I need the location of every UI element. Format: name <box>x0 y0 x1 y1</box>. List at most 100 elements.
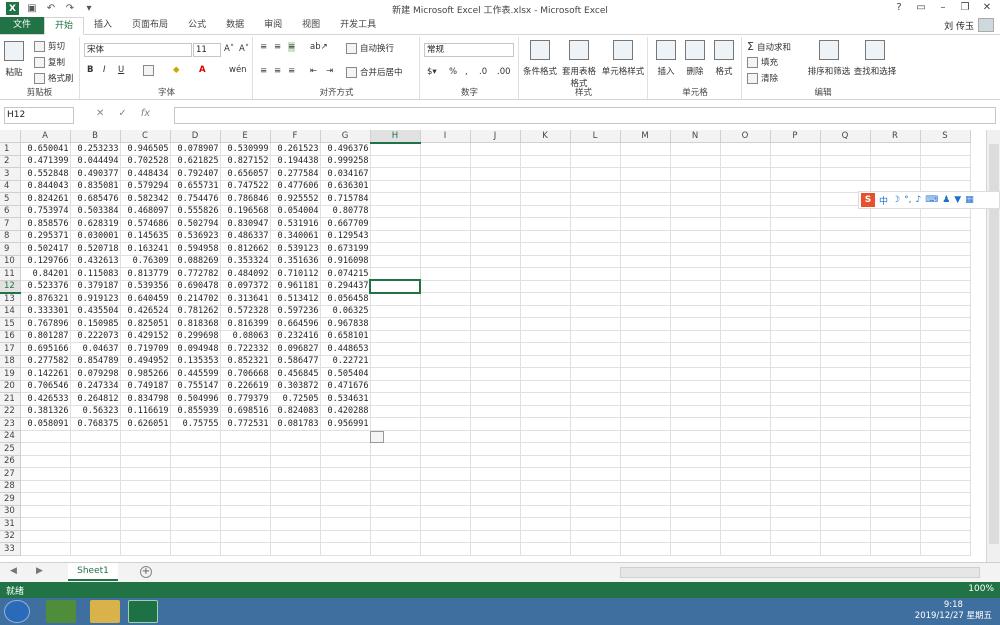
cell-d32[interactable] <box>170 530 221 543</box>
cell-s15[interactable] <box>920 317 971 331</box>
cell-m1[interactable] <box>620 142 671 156</box>
row-header[interactable]: 6 <box>0 205 21 218</box>
column-header-b[interactable]: B <box>70 130 121 143</box>
cell-f10[interactable]: 0.351636 <box>270 255 321 268</box>
cell-g29[interactable] <box>320 492 371 506</box>
cell-b23[interactable]: 0.768375 <box>70 417 121 431</box>
cell-s29[interactable] <box>920 492 971 506</box>
cell-e3[interactable]: 0.656057 <box>220 167 271 181</box>
cell-q3[interactable] <box>820 167 871 181</box>
system-clock[interactable]: 9:18 2019/12/27 星期五 <box>915 600 992 622</box>
cell-b31[interactable] <box>70 517 121 531</box>
cell-o14[interactable] <box>720 305 771 318</box>
cell-p28[interactable] <box>770 480 821 493</box>
cell-g9[interactable]: 0.673199 <box>320 242 371 256</box>
cell-s16[interactable] <box>920 330 971 343</box>
cell-p2[interactable] <box>770 155 821 168</box>
cell-d31[interactable] <box>170 517 221 531</box>
cell-s19[interactable] <box>920 367 971 381</box>
cell-h12[interactable] <box>369 279 421 294</box>
cell-i6[interactable] <box>420 205 471 218</box>
cell-q13[interactable] <box>820 292 871 306</box>
cell-e19[interactable]: 0.706668 <box>220 367 271 381</box>
cell-b9[interactable]: 0.520718 <box>70 242 121 256</box>
cell-k10[interactable] <box>520 255 571 268</box>
cell-h27[interactable] <box>370 467 421 481</box>
cell-b4[interactable]: 0.835081 <box>70 180 121 193</box>
cell-p23[interactable] <box>770 417 821 431</box>
cell-q9[interactable] <box>820 242 871 256</box>
cell-m27[interactable] <box>620 467 671 481</box>
column-header-l[interactable]: L <box>570 130 621 143</box>
cell-c15[interactable]: 0.825051 <box>120 317 171 331</box>
cell-o18[interactable] <box>720 355 771 368</box>
cell-p12[interactable] <box>770 280 821 293</box>
cell-d2[interactable]: 0.621825 <box>170 155 221 168</box>
cell-j20[interactable] <box>470 380 521 393</box>
cell-m3[interactable] <box>620 167 671 181</box>
cell-l31[interactable] <box>570 517 621 531</box>
cell-a25[interactable] <box>20 442 71 456</box>
row-header[interactable]: 32 <box>0 530 21 543</box>
cell-n17[interactable] <box>670 342 721 356</box>
clear-button[interactable]: 清除 <box>747 72 778 84</box>
cell-a23[interactable]: 0.058091 <box>20 417 71 431</box>
cell-h26[interactable] <box>370 455 421 468</box>
row-header[interactable]: 4 <box>0 180 21 193</box>
cell-m19[interactable] <box>620 367 671 381</box>
cell-k4[interactable] <box>520 180 571 193</box>
underline-icon[interactable]: U <box>118 65 124 75</box>
cell-q32[interactable] <box>820 530 871 543</box>
cell-q21[interactable] <box>820 392 871 406</box>
cell-d18[interactable]: 0.135353 <box>170 355 221 368</box>
merge-center-button[interactable]: 合并后居中 <box>346 66 403 78</box>
cell-g26[interactable] <box>320 455 371 468</box>
row-header[interactable]: 29 <box>0 492 21 506</box>
row-header[interactable]: 8 <box>0 230 21 243</box>
ribbon-display-icon[interactable]: ▭ <box>910 0 932 15</box>
cell-b29[interactable] <box>70 492 121 506</box>
format-as-table-button[interactable]: 套用表格格式 <box>560 40 598 89</box>
row-header[interactable]: 5 <box>0 192 21 206</box>
number-format-select[interactable]: 常规 <box>424 43 514 57</box>
cell-o4[interactable] <box>720 180 771 193</box>
cell-s30[interactable] <box>920 505 971 518</box>
cell-j7[interactable] <box>470 217 521 231</box>
cell-r9[interactable] <box>870 242 921 256</box>
format-painter-button[interactable]: 格式刷 <box>34 72 74 84</box>
cell-q11[interactable] <box>820 267 871 281</box>
cell-i26[interactable] <box>420 455 471 468</box>
cell-a22[interactable]: 0.381326 <box>20 405 71 418</box>
cell-c21[interactable]: 0.834798 <box>120 392 171 406</box>
cell-a29[interactable] <box>20 492 71 506</box>
cell-p22[interactable] <box>770 405 821 418</box>
cell-o21[interactable] <box>720 392 771 406</box>
copy-button[interactable]: 复制 <box>34 56 65 68</box>
cell-q18[interactable] <box>820 355 871 368</box>
cell-h29[interactable] <box>370 492 421 506</box>
cell-l16[interactable] <box>570 330 621 343</box>
row-header[interactable]: 17 <box>0 342 21 356</box>
shrink-font-icon[interactable]: A˅ <box>239 44 249 54</box>
cell-g11[interactable]: 0.074215 <box>320 267 371 281</box>
cell-q24[interactable] <box>820 430 871 443</box>
cell-n5[interactable] <box>670 192 721 206</box>
cell-e16[interactable]: 0.08063 <box>220 330 271 343</box>
cell-g17[interactable]: 0.448653 <box>320 342 371 356</box>
cell-p17[interactable] <box>770 342 821 356</box>
tab-view[interactable]: 视图 <box>292 17 330 34</box>
cell-b3[interactable]: 0.490377 <box>70 167 121 181</box>
cell-g20[interactable]: 0.471676 <box>320 380 371 393</box>
cell-h1[interactable] <box>370 142 421 156</box>
cell-d11[interactable]: 0.772782 <box>170 267 221 281</box>
cell-n3[interactable] <box>670 167 721 181</box>
cell-o33[interactable] <box>720 542 771 556</box>
cell-m8[interactable] <box>620 230 671 243</box>
cell-c7[interactable]: 0.574686 <box>120 217 171 231</box>
cell-n7[interactable] <box>670 217 721 231</box>
cell-f19[interactable]: 0.456845 <box>270 367 321 381</box>
cell-e5[interactable]: 0.786846 <box>220 192 271 206</box>
find-select-button[interactable]: 查找和选择 <box>853 40 897 77</box>
cell-e23[interactable]: 0.772531 <box>220 417 271 431</box>
cell-s26[interactable] <box>920 455 971 468</box>
